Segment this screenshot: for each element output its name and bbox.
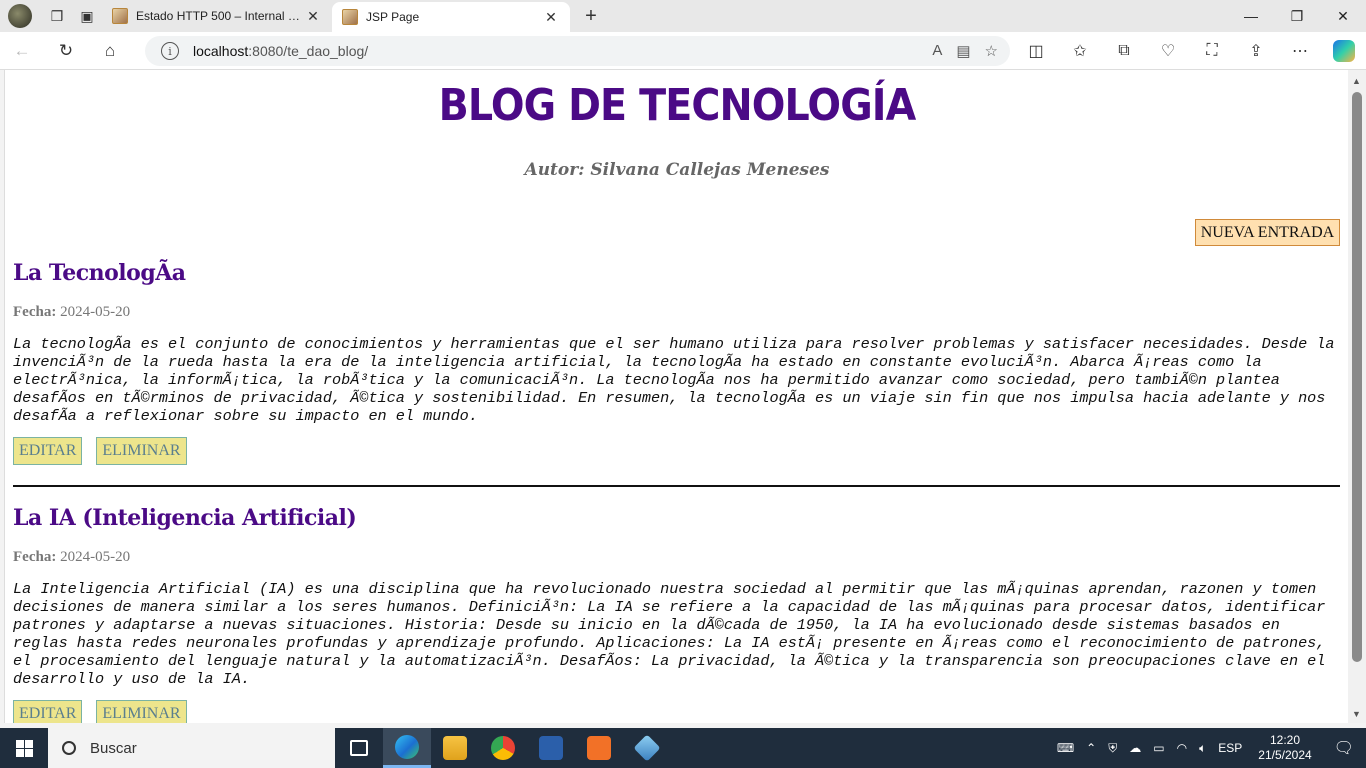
language-indicator[interactable]: ESP — [1212, 741, 1248, 755]
windows-taskbar: Buscar ⌨ ⌃ ⛨ ☁ ▭ ◠ 🔈︎ ESP 12:20 21/5/202… — [0, 728, 1366, 768]
copilot-icon[interactable] — [1322, 32, 1366, 70]
post-date: Fecha: 2024-05-20 — [13, 549, 1340, 566]
clock-time: 12:20 — [1269, 733, 1300, 747]
browser-tab-bar: ❒ ▣ Estado HTTP 500 – Internal Server Er… — [0, 0, 1366, 32]
blog-post: La TecnologÃa Fecha: 2024-05-20 La tecno… — [13, 260, 1340, 465]
word-app-icon[interactable] — [527, 728, 575, 768]
blog-title: BLOG DE TECNOLOGÍA — [438, 80, 917, 131]
date-value: 2024-05-20 — [60, 549, 131, 565]
tomcat-favicon-icon — [112, 8, 128, 24]
system-tray: ⌨ ⌃ ⛨ ☁ ▭ ◠ 🔈︎ ESP 12:20 21/5/2024 🗨︎ — [1051, 728, 1366, 768]
netbeans-app-icon[interactable] — [623, 728, 671, 768]
edit-button[interactable]: EDITAR — [13, 437, 83, 465]
volume-icon[interactable]: 🔈︎ — [1193, 741, 1212, 756]
workspaces-icon[interactable]: ❒ — [42, 1, 72, 31]
blog-post: La IA (Inteligencia Artificial) Fecha: 2… — [13, 505, 1340, 723]
refresh-button[interactable]: ↻ — [44, 32, 88, 70]
search-icon — [62, 741, 76, 755]
start-button[interactable] — [0, 728, 48, 768]
scroll-down-icon[interactable]: ▼ — [1352, 709, 1361, 719]
close-window-icon[interactable]: ✕ — [1320, 0, 1366, 32]
restore-icon[interactable]: ❐ — [1274, 0, 1320, 32]
file-explorer-icon[interactable] — [431, 728, 479, 768]
post-title: La IA (Inteligencia Artificial) — [13, 505, 357, 531]
post-content: La Inteligencia Artificial (IA) es una d… — [13, 580, 1326, 688]
site-info-icon[interactable]: i — [161, 42, 179, 60]
favorites-icon[interactable]: ✩ — [1058, 32, 1102, 70]
tab-http-500[interactable]: Estado HTTP 500 – Internal Server Error … — [102, 0, 332, 32]
onedrive-icon[interactable]: ☁ — [1123, 741, 1147, 755]
post-divider — [13, 485, 1340, 487]
date-label: Fecha: — [13, 304, 57, 320]
date-value: 2024-05-20 — [60, 304, 131, 320]
post-actions: EDITAR ELIMINAR — [13, 700, 1340, 723]
scrollbar-thumb[interactable] — [1352, 92, 1362, 662]
xampp-app-icon[interactable] — [575, 728, 623, 768]
wifi-icon[interactable]: ◠ — [1171, 741, 1193, 755]
close-tab-icon[interactable]: ✕ — [304, 8, 322, 25]
post-date: Fecha: 2024-05-20 — [13, 304, 1340, 321]
new-tab-button[interactable]: + — [576, 5, 606, 28]
browser-essentials-icon[interactable]: ♡ — [1146, 32, 1190, 70]
tomcat-favicon-icon — [342, 9, 358, 25]
address-toolbar: ← ↻ ⌂ i localhost:8080/te_dao_blog/ A ▤ … — [0, 32, 1366, 70]
more-menu-icon[interactable]: ⋯ — [1278, 32, 1322, 70]
edge-app-icon[interactable] — [383, 728, 431, 768]
read-aloud-icon[interactable]: A — [932, 42, 942, 60]
immersive-reader-icon[interactable]: ▤ — [956, 42, 970, 60]
post-actions: EDITAR ELIMINAR — [13, 437, 1340, 465]
collections-icon[interactable]: ⧉ — [1102, 32, 1146, 70]
tab-title: JSP Page — [366, 10, 420, 24]
search-placeholder: Buscar — [90, 739, 137, 757]
post-content: La tecnologÃa es el conjunto de conocimi… — [13, 335, 1335, 425]
chrome-app-icon[interactable] — [479, 728, 527, 768]
favorite-star-icon[interactable]: ☆ — [985, 42, 998, 60]
taskbar-search[interactable]: Buscar — [48, 728, 335, 768]
clock[interactable]: 12:20 21/5/2024 — [1248, 733, 1321, 763]
share-icon[interactable]: ⇪ — [1234, 32, 1278, 70]
date-label: Fecha: — [13, 549, 57, 565]
window-controls: — ❐ ✕ — [1228, 0, 1366, 32]
notifications-icon[interactable]: 🗨︎ — [1322, 738, 1366, 758]
delete-button[interactable]: ELIMINAR — [96, 700, 187, 723]
screenshot-icon[interactable]: ⛶ — [1190, 32, 1234, 70]
battery-icon[interactable]: ▭ — [1147, 741, 1170, 755]
split-screen-icon[interactable]: ◫ — [1014, 32, 1058, 70]
page-scrollbar[interactable]: ▲ ▼ — [1348, 70, 1366, 723]
url-host: localhost — [193, 43, 249, 59]
tab-actions-icon[interactable]: ▣ — [72, 1, 102, 31]
task-view-icon[interactable] — [335, 728, 383, 768]
keyboard-layout-icon[interactable]: ⌨ — [1051, 741, 1080, 755]
scroll-up-icon[interactable]: ▲ — [1352, 76, 1361, 86]
show-hidden-icons[interactable]: ⌃ — [1080, 741, 1102, 755]
close-tab-icon[interactable]: ✕ — [542, 9, 560, 26]
clock-date: 21/5/2024 — [1258, 748, 1312, 762]
tab-title: Estado HTTP 500 – Internal Server Error — [136, 9, 304, 23]
tab-jsp-page[interactable]: JSP Page ✕ — [332, 2, 570, 32]
page-viewport: BLOG DE TECNOLOGÍA Autor: Silvana Callej… — [4, 70, 1348, 723]
minimize-icon[interactable]: — — [1228, 0, 1274, 32]
security-icon[interactable]: ⛨ — [1102, 741, 1123, 756]
profile-avatar[interactable] — [8, 4, 32, 28]
home-button[interactable]: ⌂ — [88, 32, 132, 70]
delete-button[interactable]: ELIMINAR — [96, 437, 187, 465]
address-bar[interactable]: i localhost:8080/te_dao_blog/ A ▤ ☆ — [145, 36, 1010, 66]
address-bar-actions: A ▤ ☆ — [932, 42, 998, 60]
windows-logo-icon — [15, 739, 33, 757]
new-entry-button[interactable]: NUEVA ENTRADA — [1195, 219, 1340, 246]
post-title: La TecnologÃa — [13, 260, 186, 286]
edit-button[interactable]: EDITAR — [13, 700, 83, 723]
url-path: :8080/te_dao_blog/ — [248, 43, 369, 59]
back-button[interactable]: ← — [0, 32, 44, 70]
blog-author: Autor: Silvana Callejas Meneses — [524, 160, 830, 180]
browser-toolbar: ◫ ✩ ⧉ ♡ ⛶ ⇪ ⋯ — [1014, 32, 1366, 70]
